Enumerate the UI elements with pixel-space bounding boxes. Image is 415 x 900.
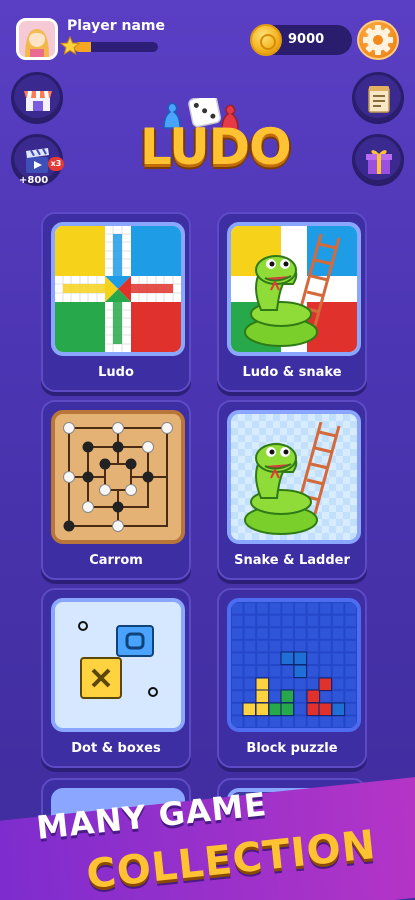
daily-tasks-button[interactable] [352, 72, 404, 124]
promo-banner: MANY GAME COLLECTION [0, 775, 415, 900]
carrom-board-icon [55, 414, 181, 540]
coin-balance[interactable]: 9000 [250, 24, 352, 56]
game-card-dot-boxes[interactable]: Dot & boxes [41, 588, 191, 768]
game-card-ludo[interactable]: Ludo [41, 212, 191, 392]
avatar-girl-icon [19, 21, 55, 57]
gear-icon [363, 25, 393, 55]
game-card-label: Block puzzle [246, 741, 338, 756]
game-thumbnail [51, 410, 185, 544]
settings-button[interactable] [357, 20, 399, 60]
player-name: Player name [67, 18, 165, 34]
snake-ladder-icon [231, 226, 357, 352]
game-thumbnail [227, 598, 361, 732]
shop-button[interactable] [11, 72, 63, 124]
bonus-multiplier-badge: x3 [48, 157, 64, 171]
game-thumbnail [51, 222, 185, 356]
game-card-snake-ladder[interactable]: Snake & Ladder [217, 400, 367, 580]
game-card-carrom[interactable]: Carrom [41, 400, 191, 580]
game-card-label: Ludo [98, 365, 134, 380]
coin-icon [250, 24, 282, 56]
coin-value: 9000 [288, 32, 325, 47]
snake-ladder-icon [231, 414, 357, 540]
game-thumbnail [227, 410, 361, 544]
video-bonus-amount: +800 [19, 175, 49, 186]
logo-text: LUDO [140, 118, 292, 176]
game-card-label: Ludo & snake [242, 365, 342, 380]
game-card-label: Carrom [89, 553, 143, 568]
game-card-block-puzzle[interactable]: Block puzzle [217, 588, 367, 768]
dots-boxes-icon [55, 602, 181, 728]
block-puzzle-icon [231, 602, 357, 728]
game-card-label: Dot & boxes [71, 741, 161, 756]
xp-progress-bar [60, 36, 158, 56]
game-thumbnail [227, 222, 361, 356]
game-card-label: Snake & Ladder [234, 553, 350, 568]
xp-track [74, 42, 158, 52]
game-thumbnail [51, 598, 185, 732]
player-avatar[interactable] [16, 18, 58, 60]
ludo-logo: LUDO [136, 98, 292, 184]
ludo-board-icon [55, 226, 181, 352]
game-card-ludo-snake[interactable]: Ludo & snake [217, 212, 367, 392]
level-star-icon [60, 36, 80, 56]
gift-button[interactable] [352, 134, 404, 186]
gift-icon [366, 150, 392, 174]
shop-icon [24, 91, 52, 111]
notepad-icon [368, 86, 390, 113]
